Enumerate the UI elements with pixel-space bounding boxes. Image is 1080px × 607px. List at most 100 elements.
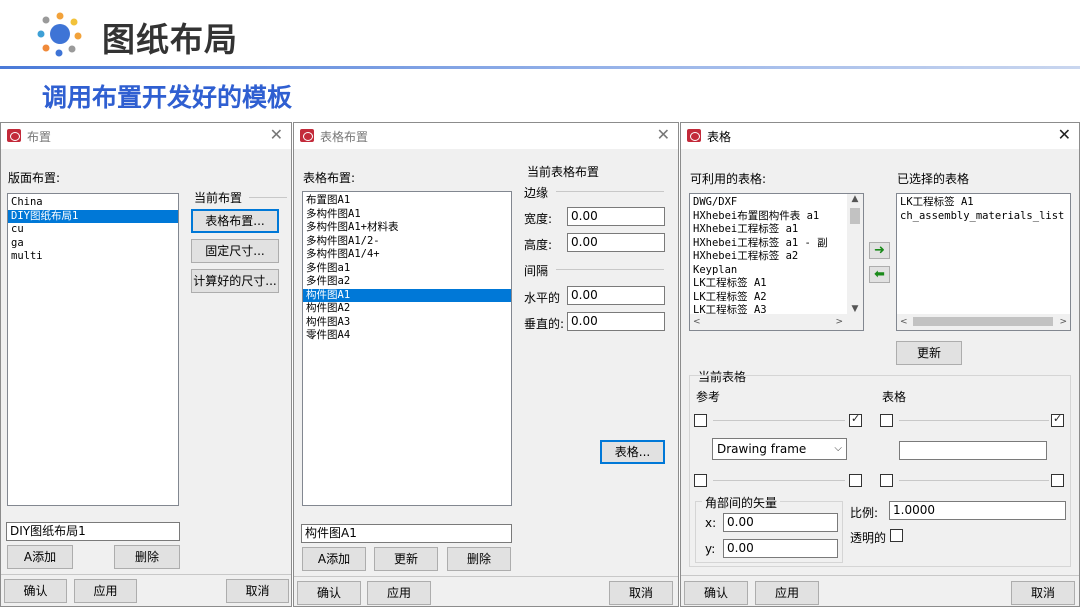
- x-field[interactable]: 0.00: [723, 513, 838, 532]
- list-item[interactable]: LK工程标签 A1: [897, 196, 1070, 210]
- update-button[interactable]: 更新: [374, 547, 438, 571]
- selected-tables-label: 已选择的表格: [897, 172, 970, 186]
- close-icon[interactable]: ✕: [657, 125, 670, 144]
- available-list-vscroll[interactable]: ▲ ▼: [847, 194, 863, 314]
- horizontal-field[interactable]: 0.00: [567, 286, 665, 305]
- apply-button[interactable]: 应用: [367, 581, 431, 605]
- list-item[interactable]: HXhebei布置图构件表 a1: [690, 210, 863, 224]
- selected-list-hscroll[interactable]: < >: [897, 314, 1070, 330]
- reference-combo-value: Drawing frame: [717, 442, 807, 456]
- app-icon: [300, 129, 314, 142]
- list-item[interactable]: HXhebei工程标签 a1 - 副: [690, 237, 863, 251]
- list-item[interactable]: 构件图A1: [303, 288, 511, 302]
- layout-name-field[interactable]: DIY图纸布局1: [6, 522, 180, 541]
- x-label: x:: [705, 516, 717, 530]
- ref-topright-checkbox[interactable]: [849, 412, 862, 427]
- list-item[interactable]: LK工程标签 A1: [690, 277, 863, 291]
- table-bottomright-checkbox[interactable]: [1051, 474, 1064, 487]
- margin-label: 边缘: [524, 186, 549, 200]
- list-item[interactable]: 多件图a2: [303, 275, 511, 289]
- list-item[interactable]: 布置图A1: [303, 194, 511, 208]
- list-item[interactable]: ga: [8, 237, 178, 251]
- table-layout-list[interactable]: 布置图A1 多构件图A1 多构件图A1+材料表 多构件图A1/2- 多构件图A1/4+ 多…: [302, 191, 512, 506]
- scale-label: 比例:: [850, 506, 879, 520]
- list-item[interactable]: 多构件图A1/2-: [303, 235, 511, 249]
- add-arrow-icon[interactable]: ➜: [869, 242, 890, 259]
- vertical-label: 垂直的:: [524, 317, 565, 331]
- tables-button[interactable]: 表格...: [600, 440, 665, 464]
- header-divider: [0, 66, 1080, 69]
- tables-dialog-titlebar[interactable]: 表格 ✕: [681, 123, 1079, 149]
- scale-field[interactable]: 1.0000: [889, 501, 1066, 520]
- close-icon[interactable]: ✕: [270, 125, 283, 144]
- apply-button[interactable]: 应用: [74, 579, 137, 603]
- list-item[interactable]: 零件图A4: [303, 329, 511, 343]
- delete-button[interactable]: 删除: [114, 545, 180, 569]
- ok-button[interactable]: 确认: [297, 581, 361, 605]
- list-item[interactable]: 构件图A3: [303, 316, 511, 330]
- ok-button[interactable]: 确认: [684, 581, 748, 605]
- delete-button[interactable]: 删除: [447, 547, 511, 571]
- app-icon: [7, 129, 21, 142]
- y-field[interactable]: 0.00: [723, 539, 838, 558]
- layout-dialog-titlebar[interactable]: 布置 ✕: [1, 123, 291, 149]
- reference-combo[interactable]: Drawing frame ⌵: [712, 438, 847, 460]
- table-layout-name-field[interactable]: 构件图A1: [301, 524, 512, 543]
- vertical-field[interactable]: 0.00: [567, 312, 665, 331]
- width-field[interactable]: 0.00: [567, 207, 665, 226]
- list-item[interactable]: multi: [8, 250, 178, 264]
- list-item[interactable]: Keyplan: [690, 264, 863, 278]
- current-layout-label: 当前布置: [194, 191, 243, 205]
- list-item[interactable]: 多构件图A1: [303, 208, 511, 222]
- cancel-button[interactable]: 取消: [609, 581, 673, 605]
- list-item[interactable]: 构件图A2: [303, 302, 511, 316]
- cancel-button[interactable]: 取消: [226, 579, 289, 603]
- remove-arrow-icon[interactable]: ⬅: [869, 266, 890, 283]
- list-item[interactable]: 多构件图A1/4+: [303, 248, 511, 262]
- ref-topleft-checkbox[interactable]: [694, 414, 707, 427]
- transparent-label: 透明的: [850, 531, 887, 545]
- cancel-button[interactable]: 取消: [1011, 581, 1075, 605]
- horizontal-label: 水平的: [524, 291, 561, 305]
- layout-list[interactable]: China DIY图纸布局1 cu ga multi: [7, 193, 179, 506]
- table-layout-dialog: 表格布置 ✕ 表格布置: 布置图A1 多构件图A1 多构件图A1+材料表 多构件图A1…: [293, 122, 679, 607]
- selected-tables-list[interactable]: LK工程标签 A1 ch_assembly_materials_list: [896, 193, 1071, 331]
- close-icon[interactable]: ✕: [1058, 125, 1071, 144]
- chevron-down-icon: ⌵: [834, 443, 842, 454]
- fixed-size-button[interactable]: 固定尺寸...: [191, 239, 279, 263]
- ok-button[interactable]: 确认: [4, 579, 67, 603]
- dialog-title: 布置: [27, 130, 52, 144]
- update-button[interactable]: 更新: [896, 341, 962, 365]
- tables-dialog: 表格 ✕ 可利用的表格: DWG/DXF HXhebei布置图构件表 a1 HXhe…: [680, 122, 1080, 607]
- list-item[interactable]: ch_assembly_materials_list: [897, 210, 1070, 224]
- available-tables-list[interactable]: DWG/DXF HXhebei布置图构件表 a1 HXhebei工程标签 a1 HXh…: [689, 193, 864, 331]
- apply-button[interactable]: 应用: [755, 581, 819, 605]
- slide-title: 图纸布局: [102, 20, 238, 59]
- table-topright-checkbox[interactable]: [1051, 412, 1064, 427]
- list-item[interactable]: cu: [8, 223, 178, 237]
- layout-dialog: 布置 ✕ 版面布置: China DIY图纸布局1 cu ga multi 当前布置 表…: [0, 122, 292, 607]
- table-bottomleft-checkbox[interactable]: [880, 474, 893, 487]
- list-item[interactable]: 多件图a1: [303, 262, 511, 276]
- table-layout-dialog-titlebar[interactable]: 表格布置 ✕: [294, 123, 678, 149]
- list-item[interactable]: HXhebei工程标签 a2: [690, 250, 863, 264]
- list-item[interactable]: China: [8, 196, 178, 210]
- list-item[interactable]: LK工程标签 A2: [690, 291, 863, 305]
- add-button[interactable]: A添加: [7, 545, 73, 569]
- calculated-size-button[interactable]: 计算好的尺寸...: [191, 269, 279, 293]
- transparent-checkbox[interactable]: [890, 529, 903, 542]
- list-item[interactable]: DIY图纸布局1: [8, 209, 178, 223]
- table-layout-button[interactable]: 表格布置...: [191, 209, 279, 233]
- add-button[interactable]: A添加: [302, 547, 366, 571]
- ref-bottomright-checkbox[interactable]: [849, 474, 862, 487]
- table-topleft-checkbox[interactable]: [880, 414, 893, 427]
- table-field[interactable]: [899, 441, 1047, 460]
- height-field[interactable]: 0.00: [567, 233, 665, 252]
- list-item[interactable]: HXhebei工程标签 a1: [690, 223, 863, 237]
- list-item[interactable]: 多构件图A1+材料表: [303, 221, 511, 235]
- available-tables-label: 可利用的表格:: [690, 172, 767, 186]
- available-list-hscroll[interactable]: < >: [690, 314, 863, 330]
- list-item[interactable]: DWG/DXF: [690, 196, 863, 210]
- gap-label: 间隔: [524, 264, 549, 278]
- ref-bottomleft-checkbox[interactable]: [694, 474, 707, 487]
